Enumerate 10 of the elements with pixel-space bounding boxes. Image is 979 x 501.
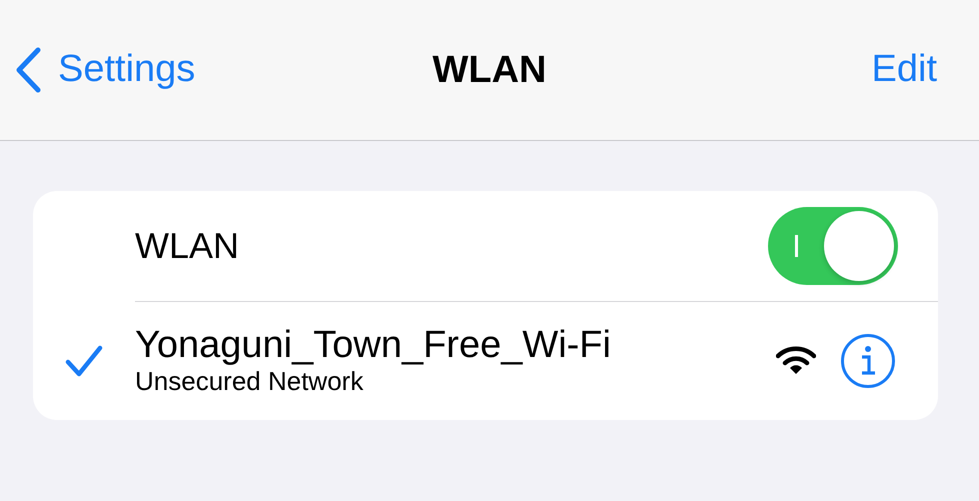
network-security: Unsecured Network <box>135 366 364 398</box>
wifi-signal-icon <box>776 346 816 376</box>
back-button[interactable]: Settings <box>14 47 196 93</box>
back-chevron-icon <box>14 47 42 93</box>
info-icon[interactable] <box>840 333 896 389</box>
edit-button[interactable]: Edit <box>872 49 937 91</box>
wlan-label: WLAN <box>135 224 240 268</box>
network-name: Yonaguni_Town_Free_Wi-Fi <box>135 324 611 366</box>
network-row[interactable]: Yonaguni_Town_Free_Wi-Fi Unsecured Network <box>33 302 938 420</box>
page-title: WLAN <box>432 48 546 92</box>
